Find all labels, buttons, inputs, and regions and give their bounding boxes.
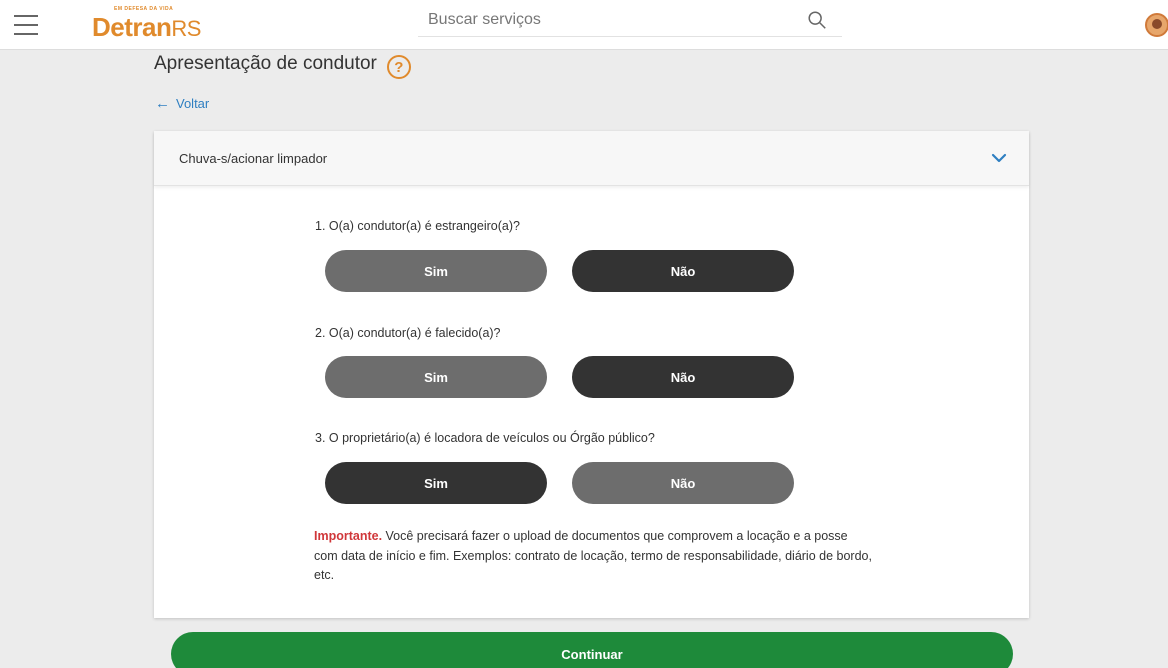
question-2-text: 2. O(a) condutor(a) é falecido(a)? (315, 326, 501, 340)
logo-main-text: Detran (92, 12, 172, 42)
question-1-text: 1. O(a) condutor(a) é estrangeiro(a)? (315, 219, 520, 233)
logo-wordmark: DetranRS (92, 12, 201, 43)
back-link[interactable]: ← Voltar (155, 95, 209, 112)
page-title-row: Apresentação de condutor ? (154, 50, 411, 79)
top-bar: EM DEFESA DA VIDA DetranRS (0, 0, 1168, 50)
back-arrow-icon: ← (155, 95, 170, 112)
detran-logo[interactable]: EM DEFESA DA VIDA DetranRS (92, 6, 222, 42)
logo-suffix-text: RS (171, 16, 201, 41)
page-title: Apresentação de condutor (154, 53, 377, 74)
important-note: Importante. Você precisará fazer o uploa… (314, 527, 874, 586)
search-icon[interactable] (806, 9, 828, 31)
question-3-text: 3. O proprietário(a) é locadora de veícu… (315, 431, 655, 445)
question-2-yes-button[interactable]: Sim (325, 356, 547, 398)
question-3-yes-button[interactable]: Sim (325, 462, 547, 504)
important-note-text: Você precisará fazer o upload de documen… (314, 529, 872, 582)
question-1-yes-button[interactable]: Sim (325, 250, 547, 292)
help-icon[interactable]: ? (386, 55, 411, 79)
question-3-no-button[interactable]: Não (572, 462, 794, 504)
search-bar (418, 5, 842, 37)
search-input[interactable] (418, 5, 798, 35)
card-accordion-header[interactable]: Chuva-s/acionar limpador (154, 131, 1029, 186)
hamburger-menu-icon[interactable] (14, 12, 38, 36)
user-avatar[interactable] (1145, 13, 1168, 37)
back-link-label: Voltar (176, 96, 210, 111)
chevron-down-icon[interactable] (991, 150, 1007, 166)
question-1-no-button[interactable]: Não (572, 250, 794, 292)
infraction-card: Chuva-s/acionar limpador 1. O(a) conduto… (154, 131, 1029, 618)
important-label: Importante. (314, 529, 383, 543)
card-header-label: Chuva-s/acionar limpador (179, 150, 328, 166)
question-2-no-button[interactable]: Não (572, 356, 794, 398)
continue-button[interactable]: Continuar (171, 632, 1013, 668)
